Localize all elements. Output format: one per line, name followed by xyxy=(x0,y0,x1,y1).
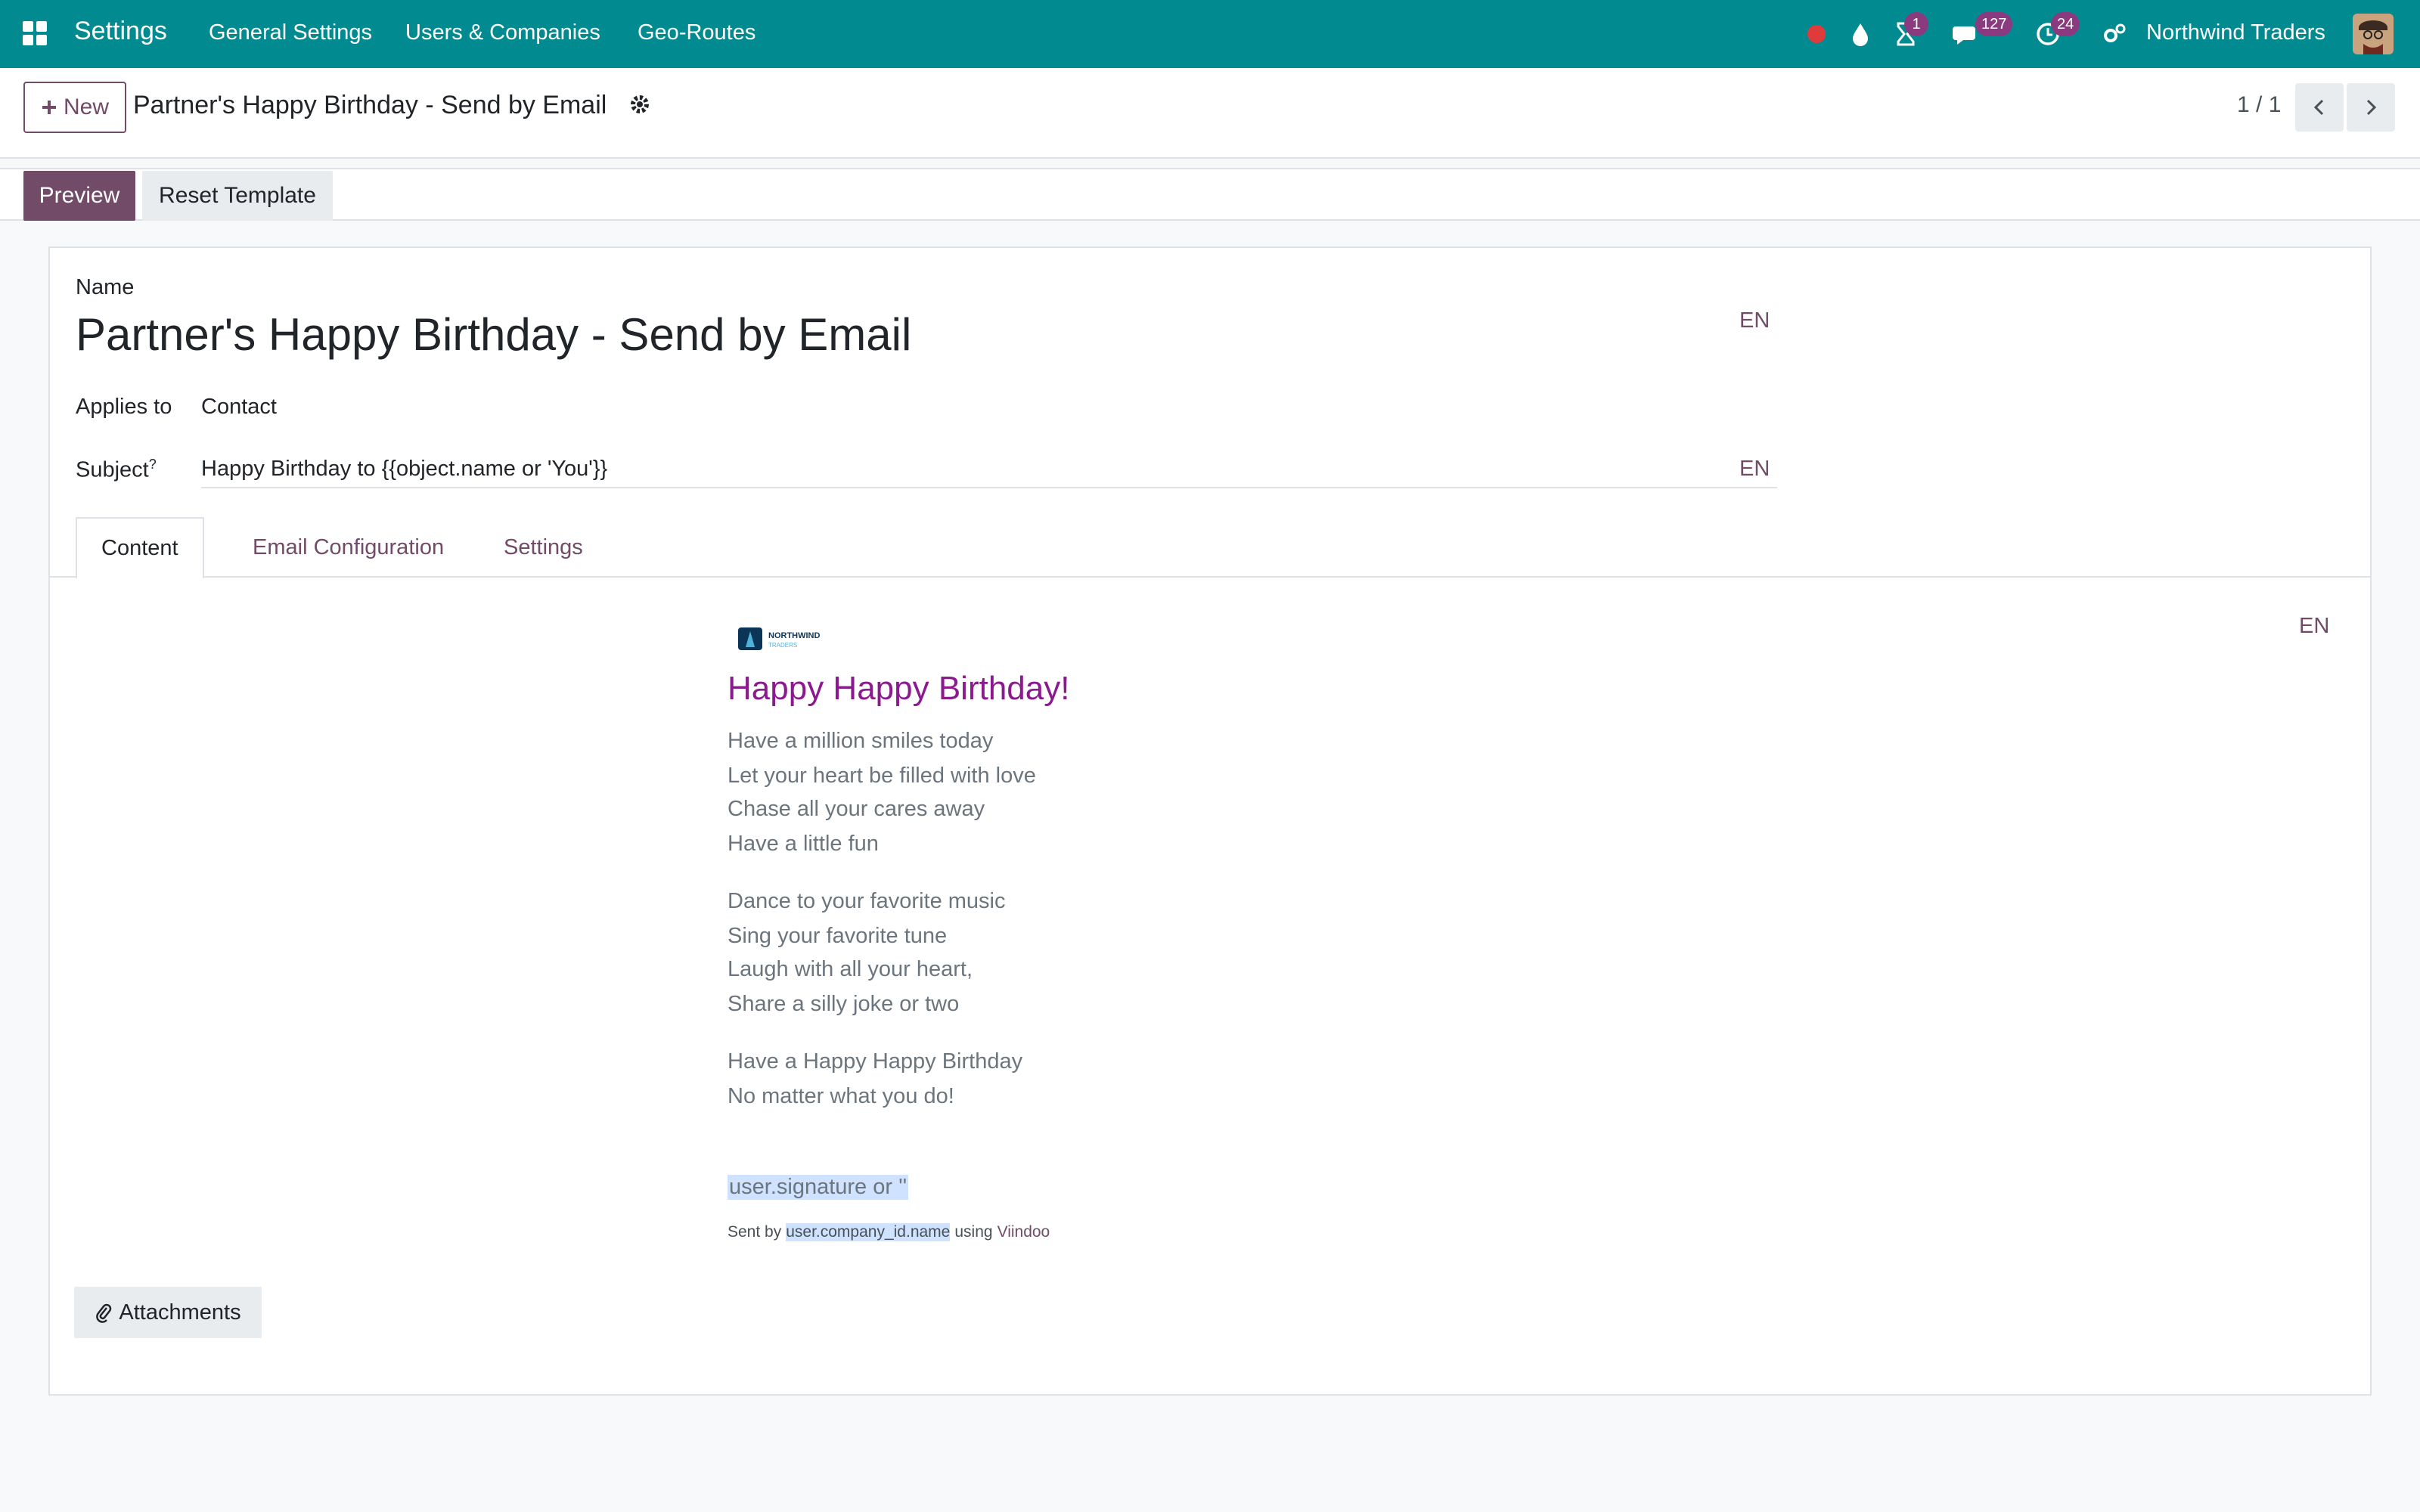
poem-line: Have a million smiles today xyxy=(728,729,994,753)
logo-text: NORTHWIND xyxy=(768,631,820,640)
menu-users-companies[interactable]: Users & Companies xyxy=(405,20,600,45)
tab-email-configuration[interactable]: Email Configuration xyxy=(228,517,468,578)
subject-field[interactable]: Happy Birthday to {{object.name or 'You'… xyxy=(201,457,607,482)
paperclip-icon xyxy=(96,1303,112,1323)
settings-gears-icon[interactable] xyxy=(2099,19,2130,49)
company-logo: NORTHWIND TRADERS xyxy=(738,624,836,655)
app-brand[interactable]: Settings xyxy=(74,17,167,46)
new-button-label: New xyxy=(63,94,109,119)
subject-underline xyxy=(201,487,1777,488)
body-lang-button[interactable]: EN xyxy=(2299,614,2329,639)
name-label: Name xyxy=(76,275,135,299)
company-switcher[interactable]: Northwind Traders xyxy=(2146,20,2325,45)
chevron-right-icon xyxy=(2366,99,2377,116)
viindoo-link[interactable]: Viindoo xyxy=(997,1223,1050,1241)
notebook-tabs: Content Email Configuration Settings xyxy=(50,517,2370,579)
top-navbar: Settings General Settings Users & Compan… xyxy=(0,0,2420,68)
subject-lang-button[interactable]: EN xyxy=(1739,457,1770,482)
poem-line: Share a silly joke or two xyxy=(728,992,960,1016)
pager-value[interactable]: 1 / 1 xyxy=(2237,92,2281,118)
reset-template-button[interactable]: Reset Template xyxy=(142,171,333,221)
logo-subtext: TRADERS xyxy=(768,642,797,649)
attachments-label: Attachments xyxy=(119,1300,241,1325)
recording-icon[interactable] xyxy=(1801,19,1832,49)
subject-label: Subject? xyxy=(76,457,157,483)
poem-line: Dance to your favorite music xyxy=(728,889,1006,913)
company-name-placeholder[interactable]: user.company_id.name xyxy=(786,1223,951,1241)
breadcrumb-title: Partner's Happy Birthday - Send by Email xyxy=(133,91,607,119)
drop-icon[interactable] xyxy=(1845,19,1876,49)
pager-previous-button[interactable] xyxy=(2295,83,2344,132)
sent-by-text: Sent by xyxy=(728,1223,782,1241)
attachments-button[interactable]: Attachments xyxy=(74,1287,262,1338)
poem-line: No matter what you do! xyxy=(728,1084,954,1108)
poem-line: Chase all your cares away xyxy=(728,797,985,821)
chevron-left-icon xyxy=(2313,99,2324,116)
tab-settings[interactable]: Settings xyxy=(479,517,607,578)
action-bar: Preview Reset Template xyxy=(0,168,2420,221)
apps-menu-icon[interactable] xyxy=(23,21,47,45)
applies-to-label: Applies to xyxy=(76,395,172,419)
poem-line: Let your heart be filled with love xyxy=(728,764,1036,788)
new-button[interactable]: New xyxy=(23,82,126,133)
email-headline: Happy Happy Birthday! xyxy=(728,670,1070,707)
menu-general-settings[interactable]: General Settings xyxy=(209,20,372,45)
form-sheet: Name Partner's Happy Birthday - Send by … xyxy=(48,246,2372,1396)
pager-next-button[interactable] xyxy=(2347,83,2395,132)
tab-content[interactable]: Content xyxy=(76,517,204,579)
plus-icon xyxy=(42,101,56,114)
name-lang-button[interactable]: EN xyxy=(1739,308,1770,333)
preview-button[interactable]: Preview xyxy=(23,171,135,221)
sent-by-footer: Sent by user.company_id.name using Viind… xyxy=(728,1223,1050,1241)
menu-geo-routes[interactable]: Geo-Routes xyxy=(638,20,755,45)
messages-badge: 127 xyxy=(1975,12,2013,36)
control-panel: New Partner's Happy Birthday - Send by E… xyxy=(0,68,2420,159)
gear-icon[interactable] xyxy=(628,92,652,116)
activity-badge: 1 xyxy=(1904,12,1928,36)
subject-help-icon[interactable]: ? xyxy=(149,457,157,472)
applies-to-field[interactable]: Contact xyxy=(201,395,277,420)
signature-placeholder[interactable]: user.signature or '' xyxy=(728,1175,909,1200)
todo-badge: 24 xyxy=(2051,12,2080,36)
using-text: using xyxy=(954,1223,993,1241)
subject-label-text: Subject xyxy=(76,457,149,482)
user-avatar[interactable] xyxy=(2353,14,2394,54)
poem-line: Laugh with all your heart, xyxy=(728,957,973,981)
poem-line: Have a little fun xyxy=(728,832,879,856)
name-field[interactable]: Partner's Happy Birthday - Send by Email xyxy=(76,308,911,361)
poem-line: Sing your favorite tune xyxy=(728,924,948,948)
poem-line: Have a Happy Happy Birthday xyxy=(728,1049,1023,1074)
